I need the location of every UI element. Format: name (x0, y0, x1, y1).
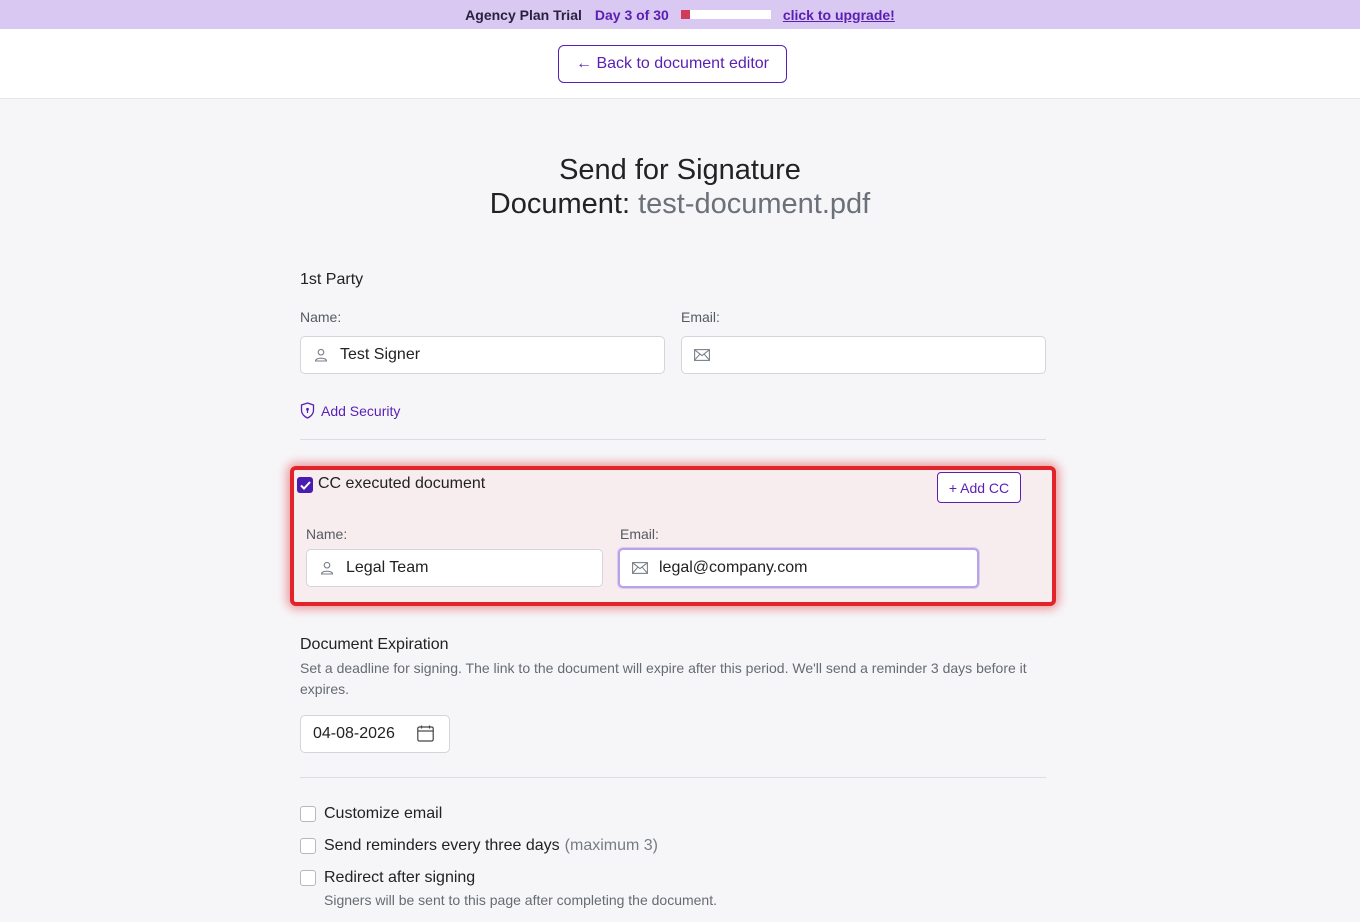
party-name-value: Test Signer (340, 346, 421, 363)
redirect-checkbox[interactable] (300, 870, 316, 886)
document-prefix: Document: (489, 188, 631, 220)
cc-email-input[interactable]: legal@company.com (618, 548, 979, 588)
top-header: ← Back to document editor (0, 29, 1360, 99)
section-divider (300, 439, 1046, 440)
cc-email-label: Email: (620, 526, 659, 542)
calendar-icon[interactable] (417, 725, 435, 743)
cc-name-label: Name: (306, 526, 348, 542)
send-reminders-label: Send reminders every three days (324, 837, 560, 854)
user-icon (318, 559, 336, 577)
send-reminders-suffix: (maximum 3) (564, 837, 659, 854)
page-title: Send for Signature (559, 154, 801, 186)
redirect-label: Redirect after signing (324, 869, 476, 886)
cc-name-value: Legal Team (346, 559, 429, 576)
upgrade-link[interactable]: click to upgrade! (783, 7, 895, 23)
trial-plan-label: Agency Plan Trial (465, 6, 582, 23)
option-customize-email[interactable]: Customize email (300, 805, 442, 823)
trial-progress-fill (680, 10, 690, 19)
section-divider (300, 777, 1046, 778)
document-title: Document: test-document.pdf (0, 188, 1360, 221)
envelope-icon (693, 346, 711, 364)
trial-progress-bar (680, 10, 771, 19)
add-security-label: Add Security (321, 403, 401, 419)
customize-email-label: Customize email (324, 805, 443, 822)
envelope-icon (631, 559, 649, 577)
cc-section: CC executed document + Add CC Name: Emai… (290, 466, 1056, 606)
cc-checkbox[interactable] (297, 477, 313, 493)
party-email-label: Email: (681, 309, 720, 325)
party-email-input[interactable] (681, 336, 1046, 374)
shield-icon (300, 402, 316, 420)
expiration-description: Set a deadline for signing. The link to … (300, 660, 1027, 697)
expiration-section-label: Document Expiration (300, 636, 449, 653)
redirect-note: Signers will be sent to this page after … (324, 892, 717, 908)
customize-email-checkbox[interactable] (300, 806, 316, 822)
party-section-label: 1st Party (300, 271, 364, 288)
user-icon (312, 346, 330, 364)
cc-name-input[interactable]: Legal Team (306, 549, 603, 587)
add-security-link[interactable]: Add Security (300, 402, 400, 420)
back-to-editor-button[interactable]: ← Back to document editor (558, 45, 787, 83)
add-cc-button[interactable]: + Add CC (937, 472, 1021, 503)
party-name-input[interactable]: Test Signer (300, 336, 665, 374)
expiration-date-value: 04-08-2026 (313, 725, 395, 742)
send-reminders-checkbox[interactable] (300, 838, 316, 854)
option-send-reminders[interactable]: Send reminders every three days (maximum… (300, 837, 658, 855)
expiration-date-input[interactable]: 04-08-2026 (300, 715, 450, 753)
option-redirect[interactable]: Redirect after signing (300, 869, 475, 887)
document-name: test-document.pdf (638, 188, 871, 220)
checkmark-icon (299, 480, 311, 490)
trial-day-counter: Day 3 of 30 (594, 6, 669, 23)
cc-email-value: legal@company.com (659, 559, 808, 576)
trial-banner: Agency Plan Trial Day 3 of 30 click to u… (0, 0, 1360, 29)
party-name-label: Name: (300, 309, 342, 325)
cc-checkbox-label: CC executed document (318, 475, 486, 492)
